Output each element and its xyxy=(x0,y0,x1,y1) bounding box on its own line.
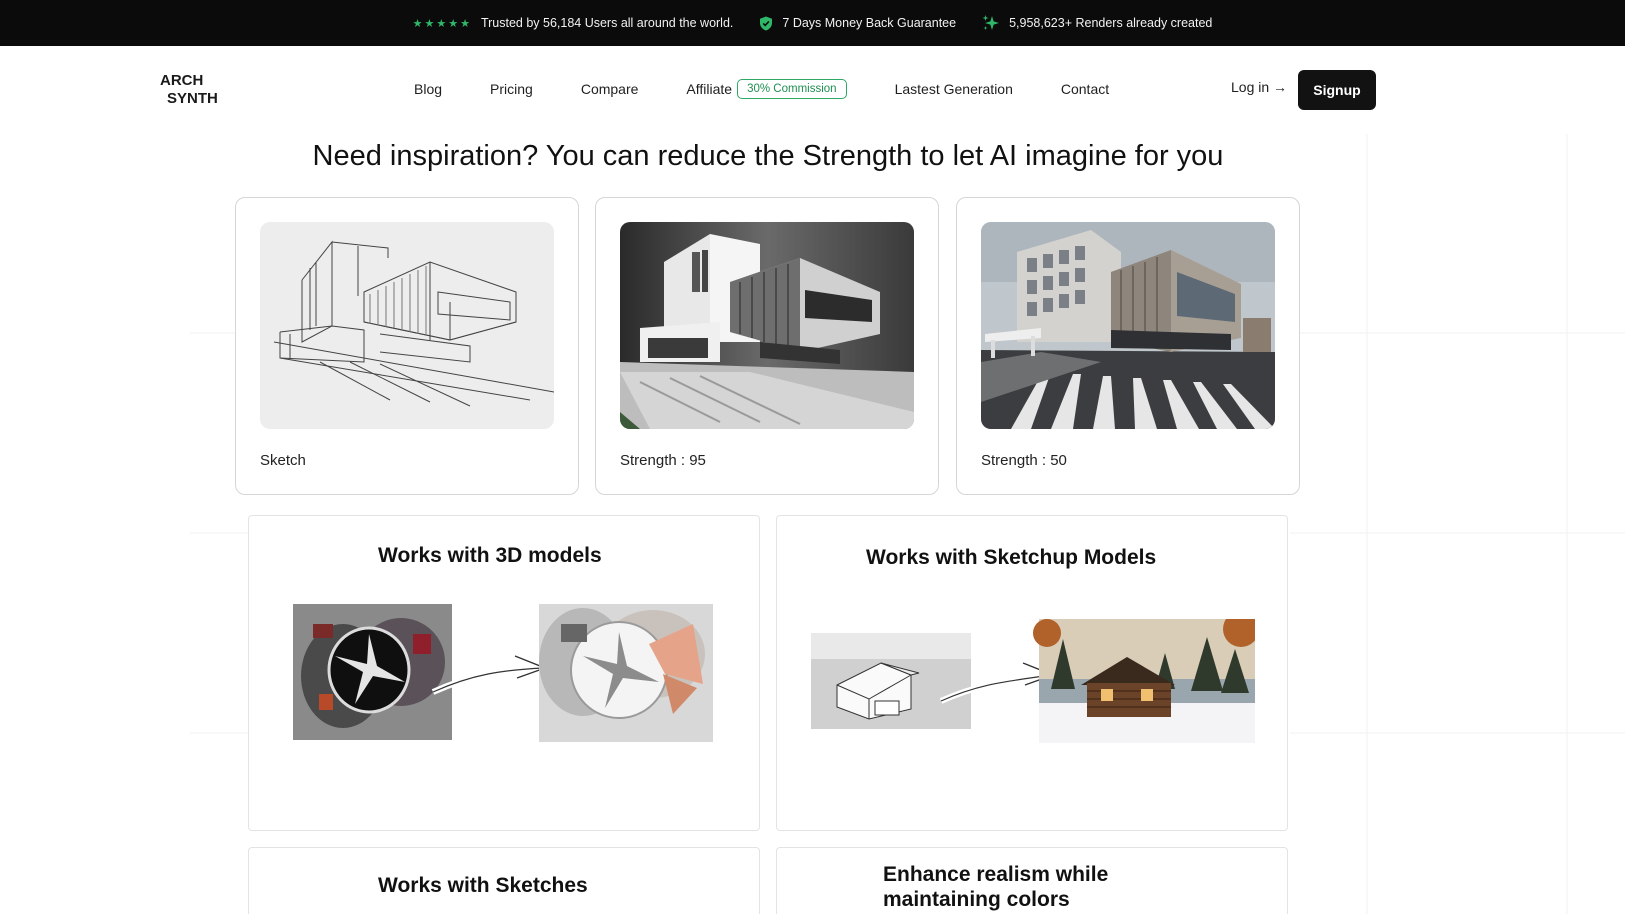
nav-links: Blog Pricing Compare Affiliate 30% Commi… xyxy=(414,79,1157,99)
building-sketch-image xyxy=(260,222,554,429)
panel-3d-models-title: Works with 3D models xyxy=(378,544,602,567)
panel-3d-models: Works with 3D models xyxy=(248,515,760,831)
realism-title-line-2: maintaining colors xyxy=(883,888,1070,911)
guarantee-text: 7 Days Money Back Guarantee xyxy=(782,16,957,30)
top-banner: ★★★★★ Trusted by 56,184 Users all around… xyxy=(0,0,1625,46)
card-caption-strength-50: Strength : 50 xyxy=(981,452,1067,469)
nav-affiliate-link[interactable]: Affiliate 30% Commission xyxy=(686,79,847,99)
card-caption-strength-95: Strength : 95 xyxy=(620,452,706,469)
trust-item: ★★★★★ Trusted by 56,184 Users all around… xyxy=(413,16,734,30)
example-card-sketch: Sketch xyxy=(235,197,579,495)
nav-latest-generation-link[interactable]: Lastest Generation xyxy=(895,81,1013,97)
logo[interactable]: ARCH SYNTH xyxy=(160,72,218,108)
guarantee-item: 7 Days Money Back Guarantee xyxy=(759,16,956,31)
inspiration-headline: Need inspiration? You can reduce the Str… xyxy=(312,140,1224,172)
example-card-strength-95: Strength : 95 xyxy=(595,197,939,495)
logo-line-2: SYNTH xyxy=(167,90,218,107)
signup-button[interactable]: Signup xyxy=(1298,70,1376,110)
panel-sketches: Works with Sketches xyxy=(248,847,760,914)
building-render-street-image xyxy=(981,222,1275,429)
example-card-strength-50: Strength : 50 xyxy=(956,197,1300,495)
realism-title-line-1: Enhance realism while xyxy=(883,863,1109,886)
sparkle-icon xyxy=(982,15,1000,30)
login-link[interactable]: Log in → xyxy=(1231,79,1287,95)
main-navigation: ARCH SYNTH Blog Pricing Compare Affiliat… xyxy=(0,46,1625,134)
renders-text: 5,958,623+ Renders already created xyxy=(1009,16,1213,30)
nav-blog-link[interactable]: Blog xyxy=(414,81,442,97)
building-render-grayscale-image xyxy=(620,222,914,429)
commission-badge: 30% Commission xyxy=(737,79,847,99)
3d-model-comparison-image xyxy=(293,604,713,742)
nav-compare-link[interactable]: Compare xyxy=(581,81,639,97)
rating-stars-icon: ★★★★★ xyxy=(412,17,472,30)
renders-item: 5,958,623+ Renders already created xyxy=(982,14,1212,32)
affiliate-label: Affiliate xyxy=(686,81,733,97)
nav-pricing-link[interactable]: Pricing xyxy=(490,81,533,97)
shield-check-icon xyxy=(760,16,773,30)
sketchup-model-comparison-image xyxy=(811,619,1255,743)
card-caption-sketch: Sketch xyxy=(260,452,306,469)
trust-text: Trusted by 56,184 Users all around the w… xyxy=(480,16,734,30)
panel-sketchup-models-title: Works with Sketchup Models xyxy=(866,546,1157,569)
panel-enhance-realism: Enhance realism while maintaining colors xyxy=(776,847,1288,914)
panel-sketchup-models: Works with Sketchup Models xyxy=(776,515,1288,831)
panel-enhance-realism-title: Enhance realism while maintaining colors xyxy=(883,862,1108,912)
panel-sketches-title: Works with Sketches xyxy=(378,874,588,897)
nav-contact-link[interactable]: Contact xyxy=(1061,81,1109,97)
logo-line-1: ARCH xyxy=(160,72,204,89)
